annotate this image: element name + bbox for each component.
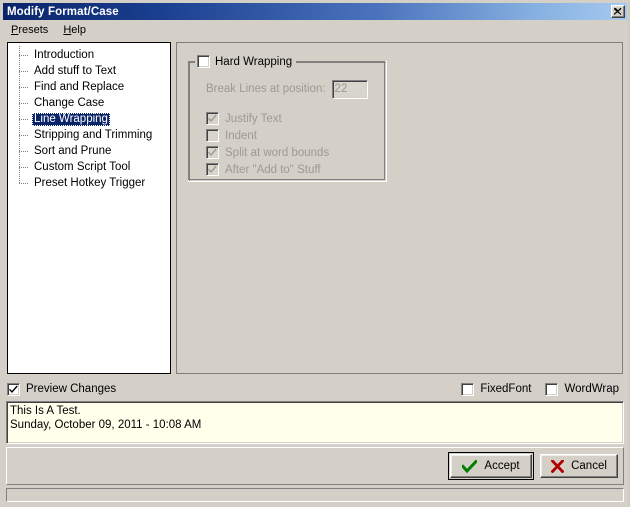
- preview-line-1: This Is A Test.: [10, 405, 81, 417]
- tree-item-label: Custom Script Tool: [34, 160, 131, 173]
- tree-connector-icon: [16, 78, 32, 95]
- tree-item-stripping-and-trimming[interactable]: Stripping and Trimming: [8, 126, 170, 143]
- break-lines-label: Break Lines at position:: [206, 83, 326, 95]
- tree-item-label: Change Case: [34, 96, 105, 109]
- tree-item-find-and-replace[interactable]: Find and Replace: [8, 78, 170, 95]
- option-label: Split at word bounds: [225, 146, 330, 159]
- option-row-indent[interactable]: Indent: [206, 128, 387, 143]
- accept-button[interactable]: Accept: [448, 452, 534, 480]
- tree-connector-icon: [16, 94, 32, 111]
- word-wrap-checkbox[interactable]: [545, 382, 559, 396]
- tree-connector-icon: [16, 126, 32, 143]
- hard-wrapping-groupbox: Hard Wrapping Break Lines at position: J…: [188, 54, 387, 182]
- menu-bar: Presets Help: [3, 21, 627, 38]
- tree-list: Introduction Add stuff to Text Find and Re…: [8, 43, 170, 191]
- tree-item-label: Stripping and Trimming: [34, 128, 153, 141]
- hard-wrapping-toggle[interactable]: Hard Wrapping: [195, 54, 297, 69]
- red-x-icon: [551, 459, 565, 473]
- tree-item-introduction[interactable]: Introduction: [8, 46, 170, 63]
- option-label: Indent: [225, 129, 257, 142]
- option-checkbox[interactable]: [206, 163, 219, 176]
- fixed-font-label: FixedFont: [480, 383, 532, 395]
- tree-item-sort-and-prune[interactable]: Sort and Prune: [8, 142, 170, 159]
- option-row-after-add-to-stuff[interactable]: After "Add to" Stuff: [206, 162, 387, 177]
- option-checkbox[interactable]: [206, 146, 219, 159]
- tree-item-line-wrapping[interactable]: Line Wrapping: [8, 110, 170, 127]
- option-checkbox[interactable]: [206, 129, 219, 142]
- wrapping-options-list: Justify Text Indent Split at word bounds Af…: [188, 111, 387, 177]
- tree-item-preset-hotkey-trigger[interactable]: Preset Hotkey Trigger: [8, 174, 170, 191]
- settings-panel: Hard Wrapping Break Lines at position: J…: [176, 42, 623, 374]
- preview-changes-checkbox[interactable]: [7, 382, 20, 396]
- menu-item-help[interactable]: Help: [60, 23, 93, 37]
- word-wrap-row[interactable]: WordWrap: [545, 382, 619, 397]
- preview-changes-row[interactable]: Preview Changes: [7, 382, 116, 397]
- cancel-button-label: Cancel: [571, 460, 607, 472]
- fixed-font-checkbox[interactable]: [461, 382, 475, 396]
- preview-textarea[interactable]: This Is A Test. Sunday, October 09, 2011…: [6, 401, 624, 444]
- tree-item-label: Preset Hotkey Trigger: [34, 176, 146, 189]
- fixed-font-row[interactable]: FixedFont: [461, 382, 531, 397]
- tree-connector-icon: [16, 174, 32, 191]
- option-row-split-at-word-bounds[interactable]: Split at word bounds: [206, 145, 387, 160]
- option-checkbox[interactable]: [206, 112, 219, 125]
- options-bar: Preview Changes FixedFont WordWrap: [7, 381, 623, 399]
- menu-presets-rest: resets: [18, 23, 49, 36]
- dialog-window: Modify Format/Case Presets Help Introduc…: [0, 0, 630, 507]
- tree-connector-icon: [16, 158, 32, 175]
- preview-changes-label: Preview Changes: [26, 383, 117, 395]
- tree-connector-icon: [16, 46, 32, 63]
- tree-item-label: Find and Replace: [34, 80, 125, 93]
- status-strip: [6, 488, 624, 502]
- option-label: After "Add to" Stuff: [225, 163, 321, 176]
- tree-connector-icon: [16, 110, 32, 127]
- button-panel: Accept Cancel: [6, 447, 624, 485]
- groupbox-body: Break Lines at position: Justify Text Ind…: [188, 61, 387, 182]
- accept-button-label: Accept: [484, 460, 520, 472]
- menu-item-presets[interactable]: Presets: [8, 23, 55, 37]
- tree-item-change-case[interactable]: Change Case: [8, 94, 170, 111]
- tree-item-label: Line Wrapping: [32, 112, 110, 126]
- hard-wrapping-checkbox[interactable]: [197, 55, 210, 68]
- category-tree[interactable]: Introduction Add stuff to Text Find and Re…: [7, 42, 171, 374]
- option-row-justify-text[interactable]: Justify Text: [206, 111, 387, 126]
- title-bar: Modify Format/Case: [3, 3, 627, 20]
- tree-item-add-stuff-to-text[interactable]: Add stuff to Text: [8, 62, 170, 79]
- tree-item-label: Introduction: [34, 48, 95, 61]
- close-icon[interactable]: [611, 5, 625, 18]
- break-lines-input[interactable]: [331, 79, 368, 99]
- word-wrap-label: WordWrap: [564, 383, 619, 395]
- cancel-button[interactable]: Cancel: [540, 454, 618, 478]
- option-label: Justify Text: [225, 112, 282, 125]
- preview-line-2: Sunday, October 09, 2011 - 10:08 AM: [10, 419, 202, 431]
- tree-connector-icon: [16, 142, 32, 159]
- window-title: Modify Format/Case: [7, 5, 119, 18]
- break-lines-row: Break Lines at position:: [188, 79, 387, 99]
- right-options-group: FixedFont WordWrap: [461, 382, 623, 399]
- tree-item-custom-script-tool[interactable]: Custom Script Tool: [8, 158, 170, 175]
- hard-wrapping-label: Hard Wrapping: [215, 55, 293, 68]
- menu-help-rest: elp: [71, 23, 86, 36]
- tree-item-label: Add stuff to Text: [34, 64, 117, 77]
- green-check-icon: [462, 459, 478, 473]
- tree-connector-icon: [16, 62, 32, 79]
- tree-item-label: Sort and Prune: [34, 144, 112, 157]
